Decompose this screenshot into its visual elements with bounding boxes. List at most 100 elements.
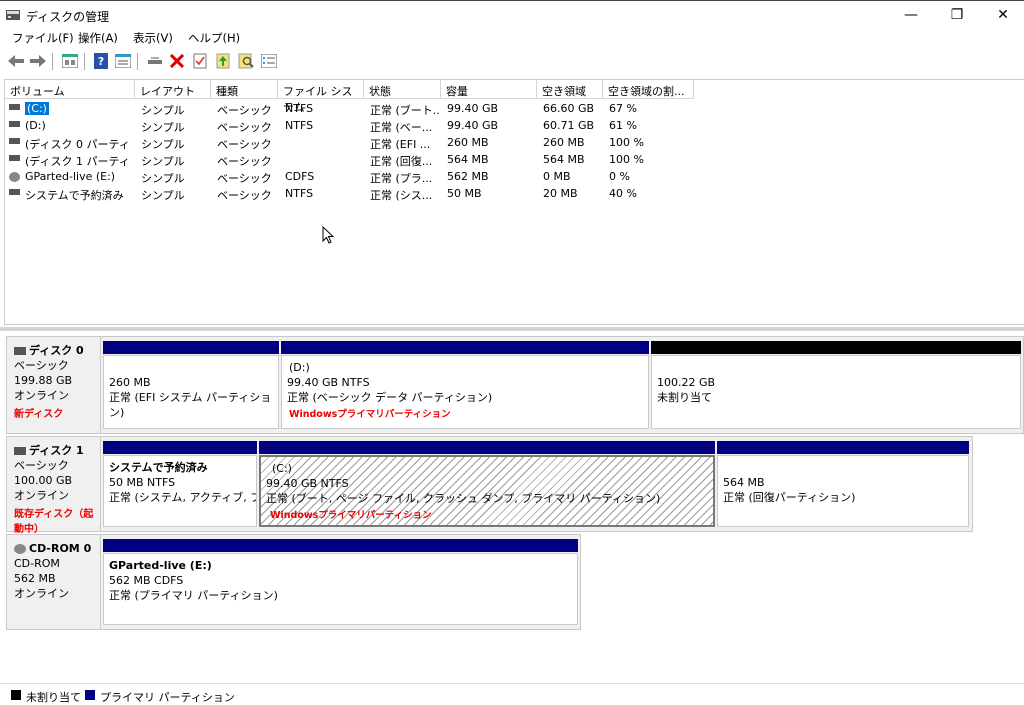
cell-layout: シンプル	[141, 102, 211, 118]
cdrom-0-label[interactable]: CD-ROM 0 CD-ROM 562 MB オンライン	[6, 534, 101, 630]
maximize-button[interactable]: ❐	[934, 1, 980, 29]
disk-1-label[interactable]: ディスク 1 ベーシック 100.00 GB オンライン 既存ディスク（起動中）	[6, 436, 101, 535]
cell-text: 0 MB	[543, 170, 571, 183]
cell-text: シンプル	[141, 104, 185, 117]
volume-drive-icon	[9, 121, 20, 127]
toolbar: ?	[0, 50, 1024, 74]
partition-d[interactable]: (D:) 99.40 GB NTFS 正常 (ベーシック データ パーティション…	[281, 341, 649, 429]
cell-volume: (C:)	[25, 102, 131, 115]
close-button[interactable]: ✕	[980, 1, 1024, 29]
forward-arrow-icon[interactable]	[29, 52, 47, 70]
cell-capacity: 99.40 GB	[447, 102, 537, 115]
partition-size: 50 MB NTFS	[109, 476, 176, 489]
table-row[interactable]: (C:) シンプル ベーシック NTFS 正常 (ブート... 99.40 GB 66.60…	[5, 100, 1024, 117]
cell-free-space: 564 MB	[543, 153, 603, 166]
cell-layout: シンプル	[141, 119, 211, 135]
column-header-free-space[interactable]: 空き領域	[537, 80, 603, 99]
partition-c[interactable]: (C:) 99.40 GB NTFS 正常 (ブート, ページ ファイル, クラ…	[259, 441, 715, 527]
cd-drive-icon	[9, 172, 20, 182]
cell-text: CDFS	[285, 170, 315, 183]
list-icon[interactable]	[260, 52, 278, 70]
partition-unallocated[interactable]: 100.22 GB 未割り当て	[651, 341, 1021, 429]
disk-0-label[interactable]: ディスク 0 ベーシック 199.88 GB オンライン 新ディスク	[6, 336, 101, 434]
cell-volume: (ディスク 1 パーティシ...	[25, 153, 131, 169]
connect-icon[interactable]	[146, 52, 164, 70]
cell-text: 67 %	[609, 102, 637, 115]
partition-size: 562 MB CDFS	[109, 574, 184, 587]
cell-text: 正常 (ベー...	[370, 121, 433, 134]
cell-text: (ディスク 0 パーティシ...	[25, 138, 131, 151]
table-row[interactable]: (ディスク 1 パーティシ... シンプル ベーシック 正常 (回復... 564 MB…	[5, 151, 1024, 168]
cell-text: 0 %	[609, 170, 630, 183]
column-header-status[interactable]: 状態	[364, 80, 441, 99]
cell-text: 40 %	[609, 187, 637, 200]
cell-text: 564 MB	[543, 153, 585, 166]
partition-size: 100.22 GB	[657, 376, 716, 389]
menu-file[interactable]: ファイル(F)	[12, 30, 74, 46]
cell-text: 20 MB	[543, 187, 578, 200]
cell-layout: シンプル	[141, 153, 211, 169]
table-row[interactable]: (ディスク 0 パーティシ... シンプル ベーシック 正常 (EFI ... 260 …	[5, 134, 1024, 151]
mouse-cursor-icon	[322, 226, 334, 244]
cell-type: ベーシック	[217, 102, 279, 118]
cell-text: 61 %	[609, 119, 637, 132]
cell-text: システムで予約済み	[25, 189, 124, 202]
column-header-layout[interactable]: レイアウト	[135, 80, 211, 99]
column-header-volume[interactable]: ボリューム	[5, 80, 135, 99]
column-header-filesystem[interactable]: ファイル システム	[278, 80, 364, 114]
partition-efi[interactable]: 260 MB 正常 (EFI システム パーティション)	[103, 341, 279, 429]
refresh-icon[interactable]	[214, 52, 232, 70]
properties-icon[interactable]	[114, 52, 132, 70]
volume-drive-icon	[9, 155, 20, 161]
partition-system-reserved[interactable]: システムで予約済み 50 MB NTFS 正常 (システム, アクティブ, プラ	[103, 441, 257, 527]
disk-1-type: ベーシック	[14, 459, 69, 472]
primary-swatch	[85, 690, 95, 700]
column-header-type[interactable]: 種類	[211, 80, 278, 99]
table-row[interactable]: (D:) シンプル ベーシック NTFS 正常 (ベー... 99.40 GB 60.71 …	[5, 117, 1024, 134]
column-header-free-percent[interactable]: 空き領域の割...	[603, 80, 694, 99]
partition-title: (C:)	[272, 462, 292, 475]
table-row[interactable]: システムで予約済み シンプル ベーシック NTFS 正常 (シス... 50 MB 20 M…	[5, 185, 1024, 202]
cell-text: ベーシック	[217, 104, 272, 117]
primary-partition-bar	[259, 441, 715, 454]
disk-0-type: ベーシック	[14, 359, 69, 372]
cell-volume: (ディスク 0 パーティシ...	[25, 136, 131, 152]
disk-drive-icon	[14, 447, 26, 455]
column-header-capacity[interactable]: 容量	[441, 80, 537, 99]
console-tree-icon[interactable]	[61, 52, 79, 70]
cell-free-space: 0 MB	[543, 170, 603, 183]
cell-text: ベーシック	[217, 155, 272, 168]
partition-note: Windowsプライマリパーティション	[270, 510, 432, 521]
cdrom-0-partitions: GParted-live (E:) 562 MB CDFS 正常 (プライマリ …	[100, 534, 581, 630]
cell-layout: シンプル	[141, 170, 211, 186]
search-icon[interactable]	[237, 52, 255, 70]
cell-text: NTFS	[285, 102, 314, 115]
cell-text: (C:)	[25, 102, 49, 115]
svg-text:?: ?	[98, 55, 104, 68]
menu-action[interactable]: 操作(A)	[78, 30, 118, 46]
check-icon[interactable]	[191, 52, 209, 70]
cell-text: GParted-live (E:)	[25, 170, 116, 183]
menu-view[interactable]: 表示(V)	[133, 30, 173, 46]
menu-help[interactable]: ヘルプ(H)	[188, 30, 240, 46]
partition-gparted-live[interactable]: GParted-live (E:) 562 MB CDFS 正常 (プライマリ …	[103, 539, 578, 625]
cdrom-0-size: 562 MB	[14, 572, 56, 585]
partition-status: 正常 (プライマリ パーティション)	[109, 589, 278, 602]
minimize-button[interactable]: —	[888, 1, 934, 29]
cell-status: 正常 (ブート...	[370, 102, 440, 118]
back-arrow-icon[interactable]	[7, 52, 25, 70]
partition-recovery[interactable]: 564 MB 正常 (回復パーティション)	[717, 441, 969, 527]
disk-1-name: ディスク 1	[29, 444, 84, 457]
cell-capacity: 260 MB	[447, 136, 537, 149]
cell-free-percent: 40 %	[609, 187, 689, 200]
cell-text: シンプル	[141, 121, 185, 134]
cell-text: 564 MB	[447, 153, 489, 166]
primary-partition-bar	[103, 341, 279, 354]
disk-0-partitions: 260 MB 正常 (EFI システム パーティション) (D:) 99.40 …	[100, 336, 1024, 434]
help-icon[interactable]: ?	[92, 52, 110, 70]
title-bar: ディスクの管理 — ❐ ✕	[0, 0, 1024, 28]
delete-icon[interactable]	[168, 52, 186, 70]
disk-0-status: オンライン	[14, 389, 69, 402]
table-row[interactable]: GParted-live (E:) シンプル ベーシック CDFS 正常 (プラ... 5…	[5, 168, 1024, 185]
volume-drive-icon	[9, 138, 20, 144]
